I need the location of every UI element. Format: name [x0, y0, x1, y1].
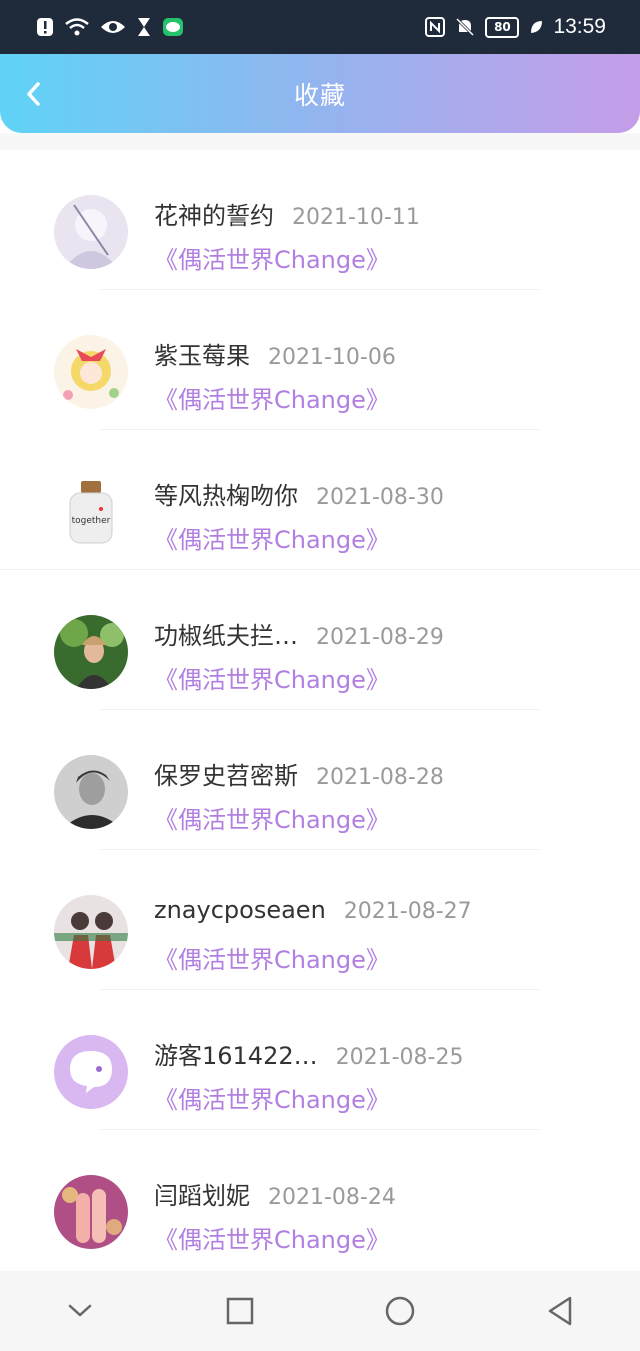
- battery-icon: 80: [485, 16, 520, 38]
- avatar[interactable]: [54, 1175, 128, 1249]
- user-name: 闫蹈划妮: [154, 1182, 250, 1210]
- nav-hide-button[interactable]: [50, 1281, 110, 1341]
- item-date: 2021-08-25: [335, 1045, 464, 1070]
- wifi-icon: [64, 17, 90, 37]
- list-item[interactable]: 游客161422… 2021-08-25 《偶活世界Change》: [0, 990, 640, 1130]
- item-work-link[interactable]: 《偶活世界Change》: [154, 940, 390, 975]
- list-item[interactable]: 闫蹈划妮 2021-08-24 《偶活世界Change》: [0, 1130, 640, 1270]
- item-name: 游客161422… 2021-08-25: [154, 1036, 463, 1071]
- item-name: 保罗史苕密斯 2021-08-28: [154, 756, 444, 791]
- chevron-down-icon: [68, 1304, 92, 1317]
- nav-home-button[interactable]: [370, 1281, 430, 1341]
- item-name: 花神的誓约 2021-10-11: [154, 196, 420, 231]
- triangle-back-icon: [548, 1296, 572, 1326]
- back-button[interactable]: [14, 74, 54, 114]
- nav-back-button[interactable]: [530, 1281, 590, 1341]
- page-title: 收藏: [293, 80, 346, 110]
- header-divider: [0, 133, 640, 150]
- svg-text:together: together: [72, 516, 111, 526]
- user-name: 功椒纸夫拦…: [154, 622, 298, 650]
- list-item[interactable]: 功椒纸夫拦… 2021-08-29 《偶活世界Change》: [0, 570, 640, 710]
- list-item[interactable]: together 等风热椈吻你 2021-08-30 《偶活世界Change》: [0, 430, 640, 570]
- item-date: 2021-08-30: [316, 485, 444, 510]
- avatar[interactable]: [54, 615, 128, 689]
- item-name: znaycposeaen 2021-08-27: [154, 896, 472, 924]
- leaf-icon: [529, 19, 543, 35]
- eye-icon: [100, 18, 126, 36]
- user-name: 等风热椈吻你: [154, 482, 298, 510]
- system-nav-bar: [0, 1271, 640, 1351]
- favorites-list: 花神的誓约 2021-10-11 《偶活世界Change》 紫玉莓果 2021-10…: [0, 150, 640, 1270]
- list-item[interactable]: znaycposeaen 2021-08-27 《偶活世界Change》: [0, 850, 640, 990]
- status-left: [36, 17, 184, 37]
- item-work-link[interactable]: 《偶活世界Change》: [154, 520, 390, 555]
- user-name: 紫玉莓果: [154, 342, 250, 370]
- clock: 13:59: [553, 15, 606, 38]
- nav-recents-button[interactable]: [210, 1281, 270, 1341]
- item-work-link[interactable]: 《偶活世界Change》: [154, 800, 390, 835]
- item-date: 2021-08-27: [343, 899, 472, 924]
- user-name: 花神的誓约: [154, 202, 274, 230]
- avatar[interactable]: [54, 335, 128, 409]
- item-date: 2021-10-06: [268, 345, 396, 370]
- status-bar: 80 13:59: [0, 0, 640, 54]
- alert-icon: [36, 17, 54, 37]
- item-date: 2021-08-29: [316, 625, 444, 650]
- item-name: 等风热椈吻你 2021-08-30: [154, 476, 444, 511]
- circle-icon: [385, 1296, 415, 1326]
- item-name: 功椒纸夫拦… 2021-08-29: [154, 616, 444, 651]
- item-name: 紫玉莓果 2021-10-06: [154, 336, 396, 371]
- list-item[interactable]: 花神的誓约 2021-10-11 《偶活世界Change》: [0, 150, 640, 290]
- nfc-icon: [425, 17, 446, 37]
- item-work-link[interactable]: 《偶活世界Change》: [154, 240, 390, 275]
- item-date: 2021-08-28: [316, 765, 444, 790]
- user-name: znaycposeaen: [154, 896, 326, 924]
- list-item[interactable]: 保罗史苕密斯 2021-08-28 《偶活世界Change》: [0, 710, 640, 850]
- chevron-left-icon: [27, 82, 40, 106]
- hourglass-icon: [136, 17, 152, 37]
- avatar[interactable]: together: [54, 475, 128, 549]
- item-name: 闫蹈划妮 2021-08-24: [154, 1176, 396, 1211]
- avatar[interactable]: [54, 195, 128, 269]
- header-bar: 收藏: [0, 54, 640, 133]
- avatar[interactable]: [54, 1035, 128, 1109]
- avatar[interactable]: [54, 755, 128, 829]
- item-work-link[interactable]: 《偶活世界Change》: [154, 380, 390, 415]
- list-item[interactable]: 紫玉莓果 2021-10-06 《偶活世界Change》: [0, 290, 640, 430]
- avatar[interactable]: [54, 895, 128, 969]
- user-name: 游客161422…: [154, 1042, 318, 1070]
- item-work-link[interactable]: 《偶活世界Change》: [154, 1220, 390, 1255]
- item-work-link[interactable]: 《偶活世界Change》: [154, 1080, 390, 1115]
- square-icon: [226, 1297, 254, 1325]
- item-date: 2021-10-11: [292, 205, 420, 230]
- status-right: 80 13:59: [425, 15, 606, 39]
- user-name: 保罗史苕密斯: [154, 762, 298, 790]
- item-date: 2021-08-24: [268, 1185, 396, 1210]
- chat-icon: [162, 17, 184, 37]
- item-work-link[interactable]: 《偶活世界Change》: [154, 660, 390, 695]
- mute-bell-icon: [455, 17, 475, 37]
